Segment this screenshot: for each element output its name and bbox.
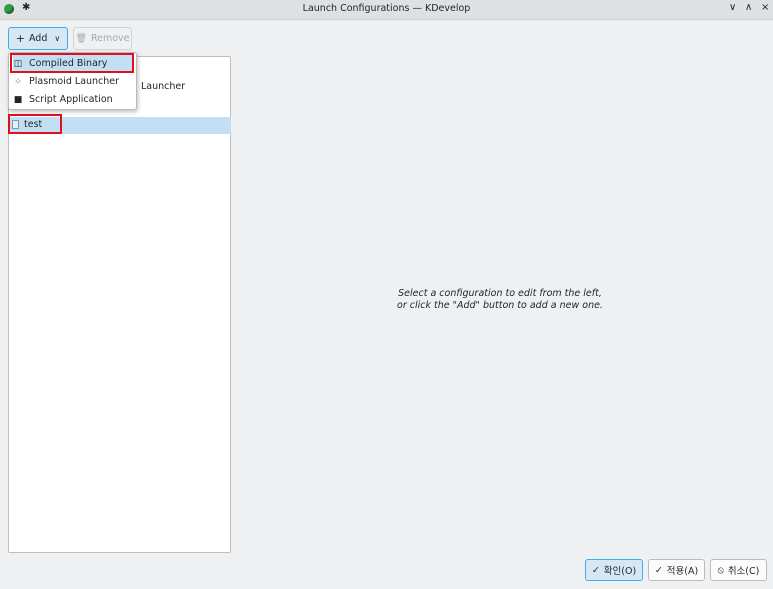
check-icon: ✓ xyxy=(591,564,600,576)
plus-icon: + xyxy=(15,32,25,45)
obscured-launcher-text: Launcher xyxy=(141,81,186,92)
menu-item-label: Script Application xyxy=(29,94,113,105)
add-button[interactable]: + Add ∨ xyxy=(8,27,68,50)
empty-state-hint: Select a configuration to edit from the … xyxy=(350,288,650,312)
window-title: Launch Configurations — KDevelop xyxy=(302,3,471,14)
annotation-highlight-compiled-binary xyxy=(10,53,134,73)
plasmoid-icon: ⁘ xyxy=(14,76,22,87)
cancel-button[interactable]: ⦸ 취소(C) xyxy=(710,559,767,581)
menu-item-label: Plasmoid Launcher xyxy=(29,76,120,87)
remove-button-label: Remove xyxy=(90,33,130,44)
ok-button[interactable]: ✓ 확인(O) xyxy=(585,559,643,581)
check-icon: ✓ xyxy=(654,564,663,576)
hint-line-2: or click the "Add" button to add a new o… xyxy=(397,300,603,311)
remove-button[interactable]: 🗑 Remove xyxy=(73,27,132,50)
ok-button-label: 확인(O) xyxy=(603,566,637,577)
menu-item-script-application[interactable]: ■ Script Application xyxy=(13,91,133,108)
title-bar: ✱ Launch Configurations — KDevelop ∨ ∧ × xyxy=(0,0,773,20)
apply-button-label: 적용(A) xyxy=(666,566,699,577)
chevron-down-icon[interactable]: ∨ xyxy=(54,34,60,43)
annotation-highlight-test xyxy=(8,114,62,134)
hint-line-1: Select a configuration to edit from the … xyxy=(398,288,602,299)
menu-item-plasmoid-launcher[interactable]: ⁘ Plasmoid Launcher xyxy=(13,73,133,90)
trash-icon: 🗑 xyxy=(75,33,87,44)
cancel-icon: ⦸ xyxy=(717,564,724,576)
script-icon: ■ xyxy=(13,94,23,105)
maximize-button[interactable]: ∧ xyxy=(745,2,752,13)
add-button-label: Add xyxy=(28,33,48,44)
close-button[interactable]: × xyxy=(761,2,769,13)
apply-button[interactable]: ✓ 적용(A) xyxy=(648,559,705,581)
cancel-button-label: 취소(C) xyxy=(727,566,760,577)
minimize-button[interactable]: ∨ xyxy=(729,2,736,13)
